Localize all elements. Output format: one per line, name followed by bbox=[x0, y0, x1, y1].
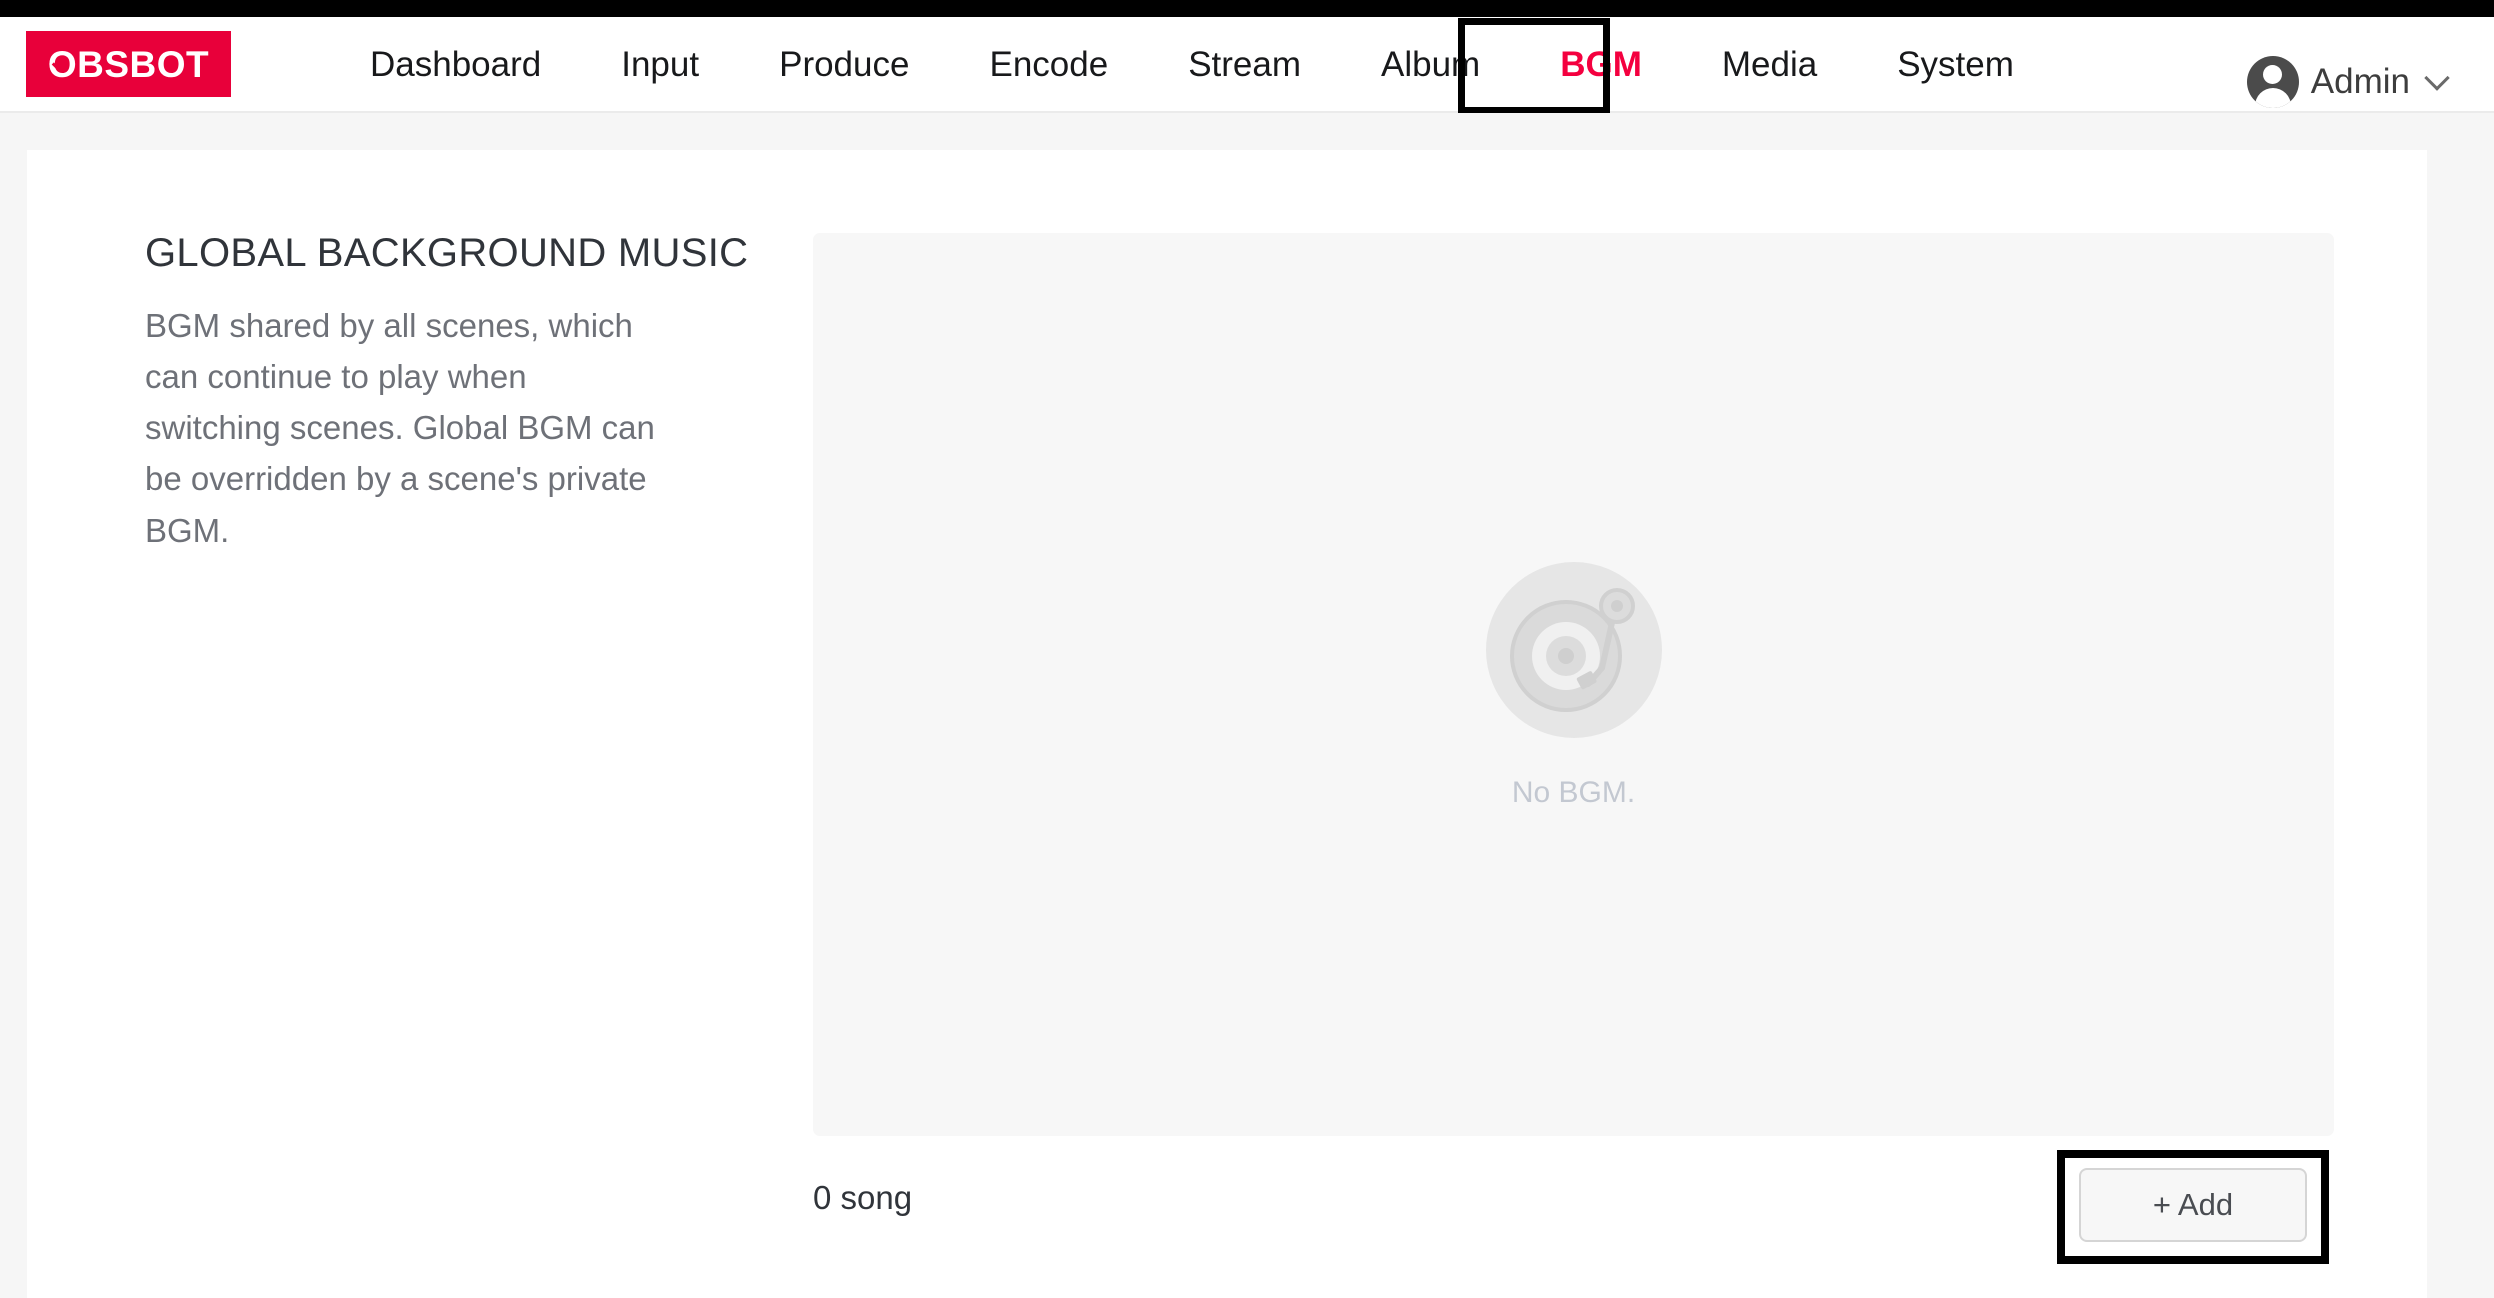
top-black-bar bbox=[0, 0, 2494, 17]
empty-state: No BGM. bbox=[813, 560, 2334, 810]
top-navigation-bar: O BSBOT Dashboard Input Produce Encode St… bbox=[0, 17, 2494, 114]
nav-item-input[interactable]: Input bbox=[621, 17, 699, 113]
add-song-button[interactable]: + Add bbox=[2079, 1168, 2307, 1242]
content-card: GLOBAL BACKGROUND MUSIC BGM shared by al… bbox=[27, 150, 2427, 1298]
nav-item-encode[interactable]: Encode bbox=[989, 17, 1108, 113]
user-avatar-icon bbox=[2246, 56, 2299, 108]
logo-o-inner-mark bbox=[51, 56, 68, 72]
nav-item-list: Dashboard Input Produce Encode Stream Al… bbox=[370, 17, 2094, 113]
nav-item-media[interactable]: Media bbox=[1722, 17, 1817, 113]
nav-item-stream[interactable]: Stream bbox=[1188, 17, 1301, 113]
page-title: GLOBAL BACKGROUND MUSIC bbox=[145, 231, 749, 275]
nav-item-produce[interactable]: Produce bbox=[779, 17, 909, 113]
obsbot-logo[interactable]: O BSBOT bbox=[26, 31, 231, 97]
section-description: BGM shared by all scenes, which can cont… bbox=[145, 307, 655, 549]
nav-item-bgm[interactable]: BGM bbox=[1560, 17, 1642, 113]
turntable-record-icon bbox=[1484, 560, 1664, 740]
obsbot-logo-text: O BSBOT bbox=[47, 43, 210, 85]
nav-item-album[interactable]: Album bbox=[1381, 17, 1480, 113]
nav-item-system[interactable]: System bbox=[1897, 17, 2014, 113]
empty-state-label: No BGM. bbox=[1511, 775, 1636, 809]
logo-o-glyph: O bbox=[47, 43, 78, 85]
chevron-down-icon[interactable] bbox=[2424, 65, 2450, 91]
description-column: GLOBAL BACKGROUND MUSIC BGM shared by al… bbox=[145, 231, 755, 556]
account-name-label: Admin bbox=[2310, 62, 2410, 101]
song-count-label: 0 song bbox=[813, 1179, 913, 1216]
nav-item-dashboard[interactable]: Dashboard bbox=[370, 17, 541, 113]
bgm-list-panel: No BGM. bbox=[813, 233, 2334, 1136]
